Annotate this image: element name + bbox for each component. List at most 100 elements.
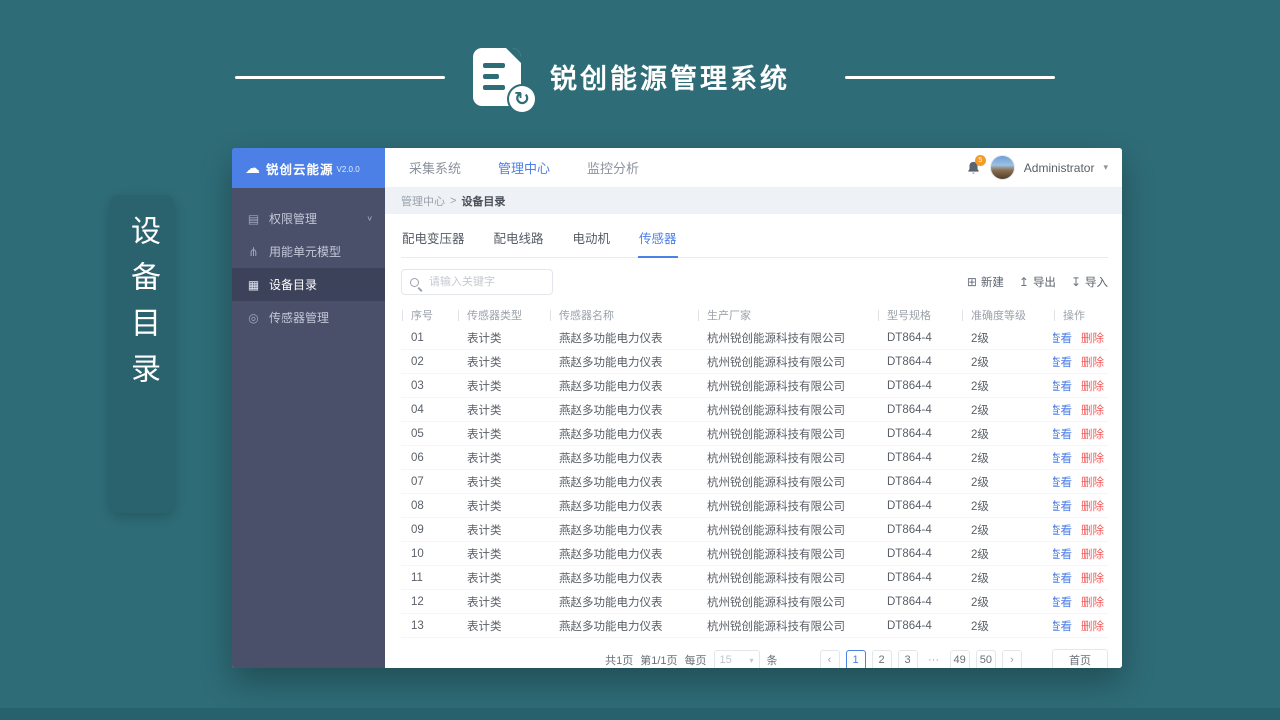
sidebar-menu-item[interactable]: ▦ 设备目录 [232,268,385,301]
cell-accuracy-grade: 2级 [971,548,989,561]
toolbar-action-label: 新建 [980,277,1004,289]
view-link[interactable]: 查看 [1053,330,1072,346]
page-button[interactable]: 1 [845,650,866,668]
cell-sensor-name: 燕赵多功能电力仪表 [559,524,663,537]
view-link[interactable]: 查看 [1053,402,1072,418]
cloud-icon: ☁ [245,160,260,177]
chevron-down-icon: ∨ [366,214,373,223]
cell-accuracy-grade: 2级 [971,596,989,609]
delete-link[interactable]: 删除 [1081,378,1104,394]
search-box[interactable] [401,269,553,295]
cell-sensor-name: 燕赵多功能电力仪表 [559,548,663,561]
page-button[interactable]: 2 [871,650,892,668]
page-button[interactable]: 50 [975,650,996,668]
cell-model: DT864-4 [887,475,932,488]
delete-link[interactable]: 删除 [1081,426,1104,442]
view-link[interactable]: 查看 [1053,594,1072,610]
delete-link[interactable]: 删除 [1081,594,1104,610]
sidebar-menu-item[interactable]: ▤ 权限管理 ∨ [232,202,385,235]
view-link[interactable]: 查看 [1053,570,1072,586]
view-link[interactable]: 查看 [1053,354,1072,370]
delete-link[interactable]: 删除 [1081,474,1104,490]
delete-link[interactable]: 删除 [1081,546,1104,562]
sidebar-menu-item[interactable]: ⋔ 用能单元模型 [232,235,385,268]
page-button[interactable]: 49 [949,650,970,668]
username[interactable]: Administrator [1024,161,1095,175]
device-type-tab[interactable]: 配电变压器 [401,222,466,258]
first-page-button[interactable]: 首页 [1052,649,1108,668]
banner-divider-left [235,76,445,79]
user-avatar[interactable] [989,155,1015,180]
app-logo[interactable]: ☁ 锐创云能源 V2.0.0 [232,148,385,188]
pagination-summary: 共1页 第1/1页 每页 15 ▾ 条 [605,650,778,668]
delete-link[interactable]: 删除 [1081,330,1104,346]
page-button-label: 2 [878,654,885,666]
search-input[interactable] [429,276,544,288]
cell-sensor-name: 燕赵多功能电力仪表 [559,332,663,345]
cell-accuracy-grade: 2级 [971,332,989,345]
column-header-label: 操作 [1063,310,1085,322]
view-link[interactable]: 查看 [1053,426,1072,442]
view-link[interactable]: 查看 [1053,474,1072,490]
cell-accuracy-grade: 2级 [971,524,989,537]
delete-link[interactable]: 删除 [1081,618,1104,634]
per-page-value: 15 [719,654,732,666]
notification-badge: 5 [974,154,986,166]
cell-manufacturer: 杭州锐创能源科技有限公司 [707,380,845,393]
toolbar-action-button[interactable]: ↧ 导入 [1071,274,1108,290]
cell-sensor-type: 表计类 [467,524,502,537]
cell-accuracy-grade: 2级 [971,356,989,369]
user-menu-caret-icon[interactable]: ▾ [1103,162,1108,173]
cell-sensor-name: 燕赵多功能电力仪表 [559,428,663,441]
view-link[interactable]: 查看 [1053,546,1072,562]
toolbar-action-button[interactable]: ⊞ 新建 [967,274,1004,290]
permission-icon: ▤ [247,211,260,226]
cell-model: DT864-4 [887,403,932,416]
device-type-tab[interactable]: 电动机 [572,222,612,258]
device-type-tab[interactable]: 传感器 [638,222,678,258]
delete-link[interactable]: 删除 [1081,522,1104,538]
view-link[interactable]: 查看 [1053,522,1072,538]
sidebar-menu-item[interactable]: ◎ 传感器管理 [232,301,385,334]
cell-manufacturer: 杭州锐创能源科技有限公司 [707,620,845,633]
page-button[interactable]: › [1002,650,1022,668]
top-nav-item-label: 管理中心 [498,161,551,176]
view-link[interactable]: 查看 [1053,498,1072,514]
top-nav-item[interactable]: 采集系统 [409,158,461,177]
refresh-icon: ↻ [509,86,535,112]
notification-bell-icon[interactable]: 5 [966,154,986,176]
view-link[interactable]: 查看 [1053,378,1072,394]
cell-sensor-name: 燕赵多功能电力仪表 [559,404,663,417]
page-button[interactable]: ‹ [819,650,840,668]
top-nav-item[interactable]: 管理中心 [498,158,550,177]
table-row: 12 表计类 燕赵多功能电力仪表 杭州锐创能源科技有限公司 DT864-4 2级… [401,590,1108,614]
table-row: 10 表计类 燕赵多功能电力仪表 杭州锐创能源科技有限公司 DT864-4 2级… [401,542,1108,566]
page-button[interactable]: 3 [897,650,918,668]
delete-link[interactable]: 删除 [1081,450,1104,466]
cell-no: 04 [411,403,424,416]
view-link[interactable]: 查看 [1053,618,1072,634]
tab-label: 传感器 [639,232,677,246]
delete-link[interactable]: 删除 [1081,402,1104,418]
top-nav-item-label: 采集系统 [409,161,462,176]
device-type-tab[interactable]: 配电线路 [493,222,545,258]
cell-accuracy-grade: 2级 [971,620,989,633]
per-page-select[interactable]: 15 ▾ [713,650,760,668]
table-row: 13 表计类 燕赵多功能电力仪表 杭州锐创能源科技有限公司 DT864-4 2级… [401,614,1108,638]
cell-operations: 查看 删除 [1053,450,1108,466]
cell-no: 02 [411,355,424,368]
breadcrumb-parent[interactable]: 管理中心 [401,193,445,209]
delete-link[interactable]: 删除 [1081,570,1104,586]
view-link[interactable]: 查看 [1053,450,1072,466]
table-row: 05 表计类 燕赵多功能电力仪表 杭州锐创能源科技有限公司 DT864-4 2级… [401,422,1108,446]
delete-link[interactable]: 删除 [1081,498,1104,514]
toolbar-action-button[interactable]: ↥ 导出 [1019,274,1056,290]
delete-link[interactable]: 删除 [1081,354,1104,370]
cell-model: DT864-4 [887,619,932,632]
top-nav-item[interactable]: 监控分析 [587,158,639,177]
toolbar-action-label: 导出 [1032,277,1056,289]
page-button[interactable]: ··· [923,650,944,668]
cell-model: DT864-4 [887,547,932,560]
page-button-label: › [1010,654,1014,666]
page-button-label: ··· [928,654,939,666]
